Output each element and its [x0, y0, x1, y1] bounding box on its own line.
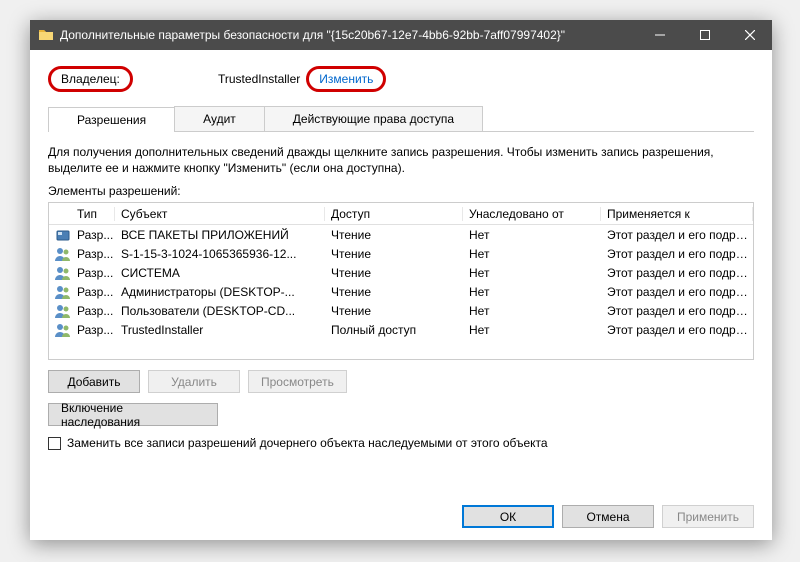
row-type: Разр... [71, 228, 115, 242]
row-inherited: Нет [463, 266, 601, 280]
tab-permissions[interactable]: Разрешения [48, 107, 175, 132]
row-inherited: Нет [463, 285, 601, 299]
minimize-button[interactable] [637, 20, 682, 50]
row-icon [49, 323, 71, 337]
table-row[interactable]: Разр...TrustedInstallerПолный доступНетЭ… [49, 320, 753, 339]
col-inherited[interactable]: Унаследовано от [463, 207, 601, 221]
row-inherited: Нет [463, 323, 601, 337]
row-access: Чтение [325, 285, 463, 299]
row-icon [49, 266, 71, 280]
permissions-table: Тип Субъект Доступ Унаследовано от Приме… [48, 202, 754, 360]
row-access: Чтение [325, 247, 463, 261]
row-icon [49, 285, 71, 299]
elements-label: Элементы разрешений: [48, 184, 754, 198]
replace-checkbox[interactable] [48, 437, 61, 450]
owner-row: Владелец: TrustedInstaller Изменить [48, 64, 754, 94]
row-icon [49, 304, 71, 318]
add-button[interactable]: Добавить [48, 370, 140, 393]
table-row[interactable]: Разр...Администраторы (DESKTOP-...Чтение… [49, 282, 753, 301]
table-row[interactable]: Разр...S-1-15-3-1024-1065365936-12...Чте… [49, 244, 753, 263]
row-applies: Этот раздел и его подразделы [601, 228, 753, 242]
row-access: Чтение [325, 228, 463, 242]
row-access: Чтение [325, 266, 463, 280]
ok-button[interactable]: ОК [462, 505, 554, 528]
replace-checkbox-row: Заменить все записи разрешений дочернего… [48, 436, 754, 450]
dialog-footer: ОК Отмена Применить [48, 493, 754, 528]
table-row[interactable]: Разр...ВСЕ ПАКЕТЫ ПРИЛОЖЕНИЙЧтениеНетЭто… [49, 225, 753, 244]
close-button[interactable] [727, 20, 772, 50]
owner-change-highlight: Изменить [306, 66, 386, 92]
col-applies[interactable]: Применяется к [601, 207, 753, 221]
row-subject: TrustedInstaller [115, 323, 325, 337]
col-subject[interactable]: Субъект [115, 207, 325, 221]
table-row[interactable]: Разр...СИСТЕМАЧтениеНетЭтот раздел и его… [49, 263, 753, 282]
row-applies: Этот раздел и его подразделы [601, 323, 753, 337]
remove-button: Удалить [148, 370, 240, 393]
owner-label-highlight: Владелец: [48, 66, 133, 92]
row-type: Разр... [71, 304, 115, 318]
row-inherited: Нет [463, 247, 601, 261]
replace-checkbox-label[interactable]: Заменить все записи разрешений дочернего… [67, 436, 548, 450]
window-title: Дополнительные параметры безопасности дл… [60, 28, 637, 42]
content: Владелец: TrustedInstaller Изменить Разр… [30, 50, 772, 540]
tab-effective-access[interactable]: Действующие права доступа [264, 106, 483, 131]
tab-audit[interactable]: Аудит [174, 106, 265, 131]
row-type: Разр... [71, 266, 115, 280]
view-button: Просмотреть [248, 370, 347, 393]
action-buttons: Добавить Удалить Просмотреть [48, 370, 754, 393]
maximize-button[interactable] [682, 20, 727, 50]
row-subject: S-1-15-3-1024-1065365936-12... [115, 247, 325, 261]
row-access: Чтение [325, 304, 463, 318]
cancel-button[interactable]: Отмена [562, 505, 654, 528]
owner-change-link[interactable]: Изменить [319, 72, 373, 86]
row-applies: Этот раздел и его подразделы [601, 304, 753, 318]
info-text: Для получения дополнительных сведений дв… [48, 144, 754, 176]
row-applies: Этот раздел и его подразделы [601, 266, 753, 280]
table-row[interactable]: Разр...Пользователи (DESKTOP-CD...Чтение… [49, 301, 753, 320]
row-type: Разр... [71, 247, 115, 261]
enable-inheritance-button[interactable]: Включение наследования [48, 403, 218, 426]
table-body: Разр...ВСЕ ПАКЕТЫ ПРИЛОЖЕНИЙЧтениеНетЭто… [49, 225, 753, 339]
row-applies: Этот раздел и его подразделы [601, 285, 753, 299]
table-header: Тип Субъект Доступ Унаследовано от Приме… [49, 203, 753, 225]
security-dialog: Дополнительные параметры безопасности дл… [30, 20, 772, 540]
window-buttons [637, 20, 772, 50]
row-subject: Администраторы (DESKTOP-... [115, 285, 325, 299]
row-subject: Пользователи (DESKTOP-CD... [115, 304, 325, 318]
row-inherited: Нет [463, 228, 601, 242]
row-icon [49, 247, 71, 261]
folder-icon [38, 27, 54, 43]
owner-value: TrustedInstaller [218, 72, 300, 86]
tabs: Разрешения Аудит Действующие права досту… [48, 106, 754, 132]
row-access: Полный доступ [325, 323, 463, 337]
row-type: Разр... [71, 285, 115, 299]
row-subject: СИСТЕМА [115, 266, 325, 280]
apply-button: Применить [662, 505, 754, 528]
titlebar: Дополнительные параметры безопасности дл… [30, 20, 772, 50]
row-type: Разр... [71, 323, 115, 337]
owner-label: Владелец: [48, 66, 218, 92]
row-subject: ВСЕ ПАКЕТЫ ПРИЛОЖЕНИЙ [115, 228, 325, 242]
row-icon [49, 228, 71, 242]
col-access[interactable]: Доступ [325, 207, 463, 221]
col-type[interactable]: Тип [71, 207, 115, 221]
row-applies: Этот раздел и его подразделы [601, 247, 753, 261]
row-inherited: Нет [463, 304, 601, 318]
